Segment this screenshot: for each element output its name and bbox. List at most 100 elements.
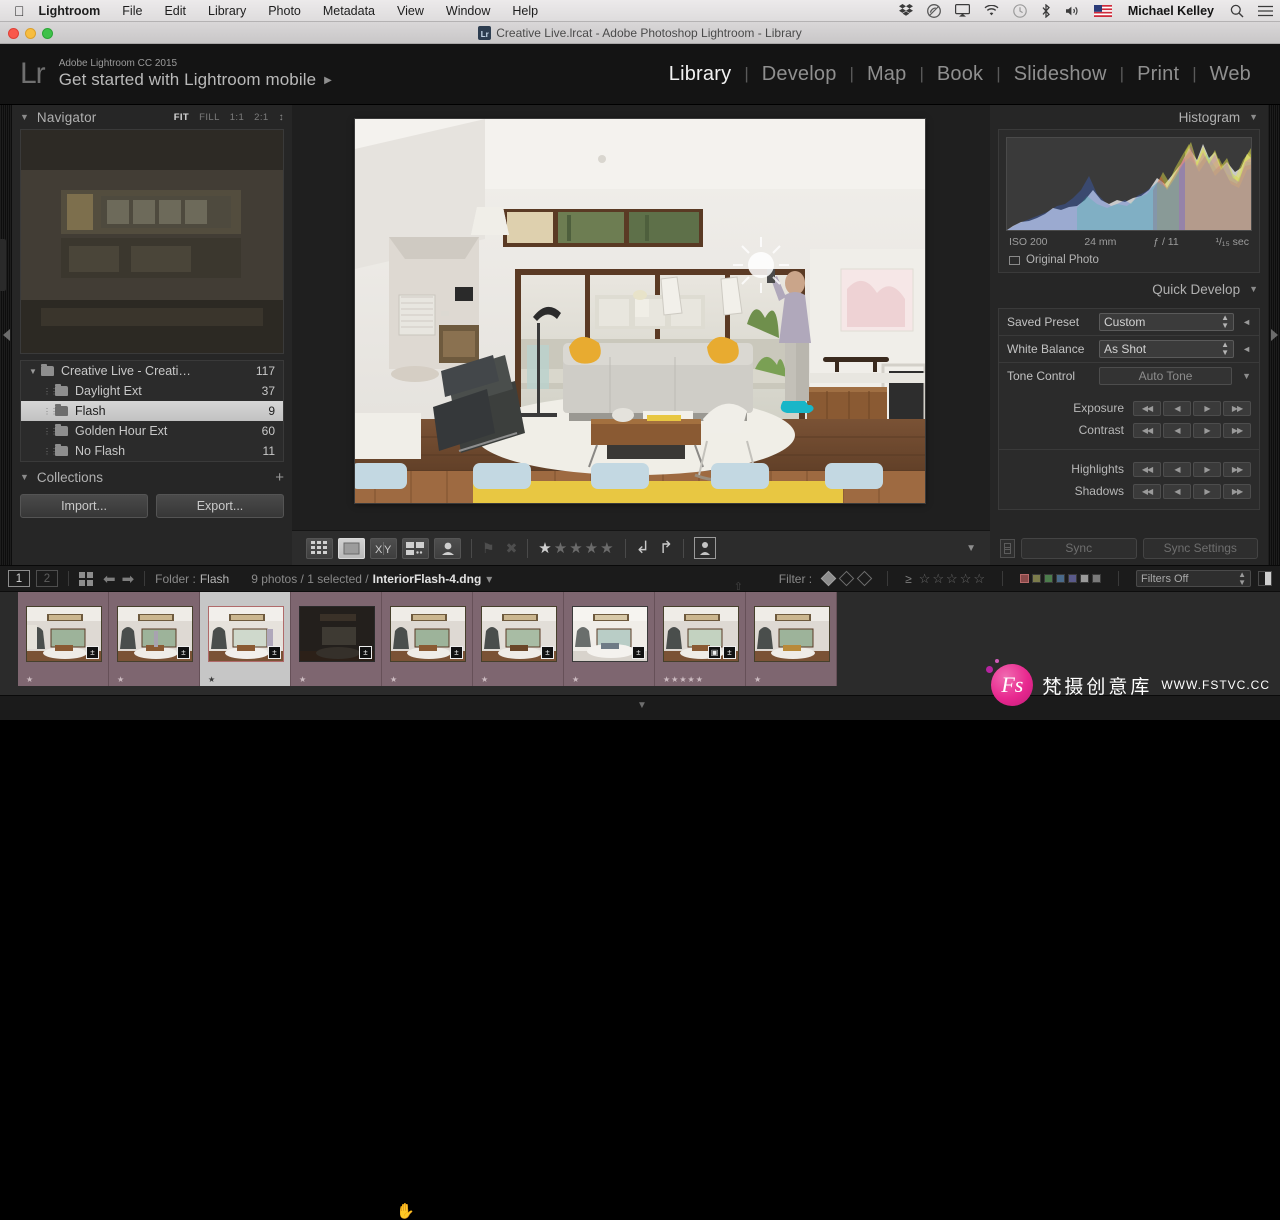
filter-star-1[interactable]: ☆: [919, 571, 931, 587]
nav-mode-2to1[interactable]: 2:1: [254, 112, 268, 123]
module-book[interactable]: Book: [924, 63, 996, 86]
reset-wb-icon[interactable]: ◄: [1242, 344, 1251, 354]
thumbnail[interactable]: ±: [481, 606, 557, 662]
loupe-photo[interactable]: [355, 119, 925, 503]
cell-rating[interactable]: ★: [208, 675, 216, 684]
filter-star-4[interactable]: ☆: [960, 571, 972, 587]
dropbox-icon[interactable]: [892, 4, 920, 17]
exposure-increase-large[interactable]: ▶▶: [1223, 401, 1251, 416]
flag-reject-icon[interactable]: [857, 571, 873, 587]
cell-rating[interactable]: ★: [299, 675, 307, 684]
contrast-decrease-large[interactable]: ◀◀: [1133, 423, 1161, 438]
thumbnail[interactable]: ±: [390, 606, 466, 662]
quick-develop-header[interactable]: Quick Develop ▼: [990, 277, 1268, 301]
module-develop[interactable]: Develop: [749, 63, 850, 86]
menu-help[interactable]: Help: [501, 4, 549, 18]
flag-pick-icon[interactable]: [821, 571, 837, 587]
module-print[interactable]: Print: [1124, 63, 1192, 86]
stepper-icon[interactable]: ▲▼: [1221, 341, 1229, 357]
filter-rating-stars[interactable]: ☆ ☆ ☆ ☆ ☆: [919, 571, 985, 587]
module-library[interactable]: Library: [656, 63, 745, 86]
filter-star-2[interactable]: ☆: [932, 571, 944, 587]
filmstrip-cell-4[interactable]: ± ★: [291, 592, 382, 686]
flag-icon[interactable]: [1087, 5, 1119, 17]
star-2[interactable]: ★: [554, 539, 568, 557]
exposure-decrease-small[interactable]: ◀: [1163, 401, 1191, 416]
menu-window[interactable]: Window: [435, 4, 501, 18]
chevron-down-icon[interactable]: ▼: [1249, 112, 1258, 122]
thumbnail[interactable]: ±: [299, 606, 375, 662]
cell-rating[interactable]: ★: [390, 675, 398, 684]
contrast-decrease-small[interactable]: ◀: [1163, 423, 1191, 438]
thumbnail[interactable]: ±: [572, 606, 648, 662]
cell-rating[interactable]: ★: [26, 675, 34, 684]
rating-operator[interactable]: ≥: [905, 572, 912, 586]
exposure-increase-small[interactable]: ▶: [1193, 401, 1221, 416]
original-photo-toggle[interactable]: Original Photo: [1006, 251, 1252, 268]
twisty-icon[interactable]: ▼: [29, 367, 41, 376]
thumbnail[interactable]: ±: [117, 606, 193, 662]
loupe-view-icon[interactable]: [338, 538, 365, 559]
folder-row-daylight-ext[interactable]: ⋮⋮ Daylight Ext 37: [21, 381, 283, 401]
star-5[interactable]: ★: [600, 539, 614, 557]
filter-star-3[interactable]: ☆: [946, 571, 958, 587]
close-button[interactable]: [8, 28, 19, 39]
rating-stars[interactable]: ★ ★ ★ ★ ★: [538, 539, 614, 557]
star-1[interactable]: ★: [538, 539, 552, 557]
menu-photo[interactable]: Photo: [257, 4, 312, 18]
folder-row-flash[interactable]: ⋮⋮ Flash 9: [21, 401, 283, 421]
sort-ascending-icon[interactable]: ⇧: [734, 580, 743, 593]
folder-value[interactable]: Flash: [200, 572, 229, 586]
highlights-decrease-large[interactable]: ◀◀: [1133, 462, 1161, 477]
color-chip-gray[interactable]: [1092, 574, 1101, 583]
filters-select[interactable]: Filters Off ▲▼: [1136, 570, 1251, 587]
menu-metadata[interactable]: Metadata: [312, 4, 386, 18]
chevron-down-icon[interactable]: ▼: [20, 472, 29, 482]
color-chip-red[interactable]: [1020, 574, 1029, 583]
filmstrip-cell-7[interactable]: ± ★: [564, 592, 655, 686]
checkbox-icon[interactable]: [1009, 256, 1020, 265]
filmstrip-cell-1[interactable]: ± ★: [18, 592, 109, 686]
folder-row-no-flash[interactable]: ⋮⋮ No Flash 11: [21, 441, 283, 461]
zoom-button[interactable]: [42, 28, 53, 39]
stepper-icon[interactable]: ▲▼: [1238, 571, 1246, 587]
filter-star-5[interactable]: ☆: [973, 571, 985, 587]
contrast-increase-large[interactable]: ▶▶: [1223, 423, 1251, 438]
identity-plate[interactable]: Adobe Lightroom CC 2015 Get started with…: [59, 57, 332, 91]
current-filename[interactable]: InteriorFlash-4.dng: [373, 572, 482, 586]
reset-preset-icon[interactable]: ◄: [1242, 317, 1251, 327]
highlights-decrease-small[interactable]: ◀: [1163, 462, 1191, 477]
sync-settings-button[interactable]: Sync Settings: [1143, 538, 1259, 559]
cell-rating[interactable]: ★: [117, 675, 125, 684]
sync-button[interactable]: Sync: [1021, 538, 1137, 559]
cell-rating[interactable]: ★: [481, 675, 489, 684]
shadows-decrease-small[interactable]: ◀: [1163, 484, 1191, 499]
airplay-icon[interactable]: [948, 4, 977, 17]
thumbnail[interactable]: ▣ ±: [663, 606, 739, 662]
flag-pick-icon[interactable]: ⚑: [482, 540, 495, 557]
star-4[interactable]: ★: [585, 539, 599, 557]
filmstrip-cell-2[interactable]: ± ★: [109, 592, 200, 686]
white-balance-select[interactable]: As Shot ▲▼: [1099, 340, 1234, 358]
toolbar-options-caret[interactable]: ▼: [966, 543, 976, 554]
add-collection-icon[interactable]: +: [275, 470, 284, 485]
export-button[interactable]: Export...: [156, 494, 284, 518]
folder-row-creative-live[interactable]: ▼ Creative Live - Creati… 117: [21, 361, 283, 381]
module-web[interactable]: Web: [1197, 63, 1264, 86]
exposure-decrease-large[interactable]: ◀◀: [1133, 401, 1161, 416]
right-panel-collapse-handle[interactable]: [1268, 105, 1280, 565]
shadows-increase-small[interactable]: ▶: [1193, 484, 1221, 499]
filmstrip-cell-3[interactable]: ± ★: [200, 592, 291, 686]
contrast-increase-small[interactable]: ▶: [1193, 423, 1221, 438]
filename-caret-icon[interactable]: ▾: [486, 572, 492, 586]
wifi-icon[interactable]: [977, 5, 1006, 17]
nav-mode-1to1[interactable]: 1:1: [230, 112, 244, 123]
menu-file[interactable]: File: [111, 4, 153, 18]
menu-lightroom[interactable]: Lightroom: [39, 4, 112, 18]
forward-arrow-icon[interactable]: ➡: [122, 570, 135, 588]
menu-library[interactable]: Library: [197, 4, 257, 18]
histogram-chart[interactable]: [1006, 137, 1252, 231]
cell-rating[interactable]: ★: [572, 675, 580, 684]
rotate-left-icon[interactable]: ↲: [636, 538, 650, 558]
notification-center-icon[interactable]: [1251, 5, 1280, 17]
